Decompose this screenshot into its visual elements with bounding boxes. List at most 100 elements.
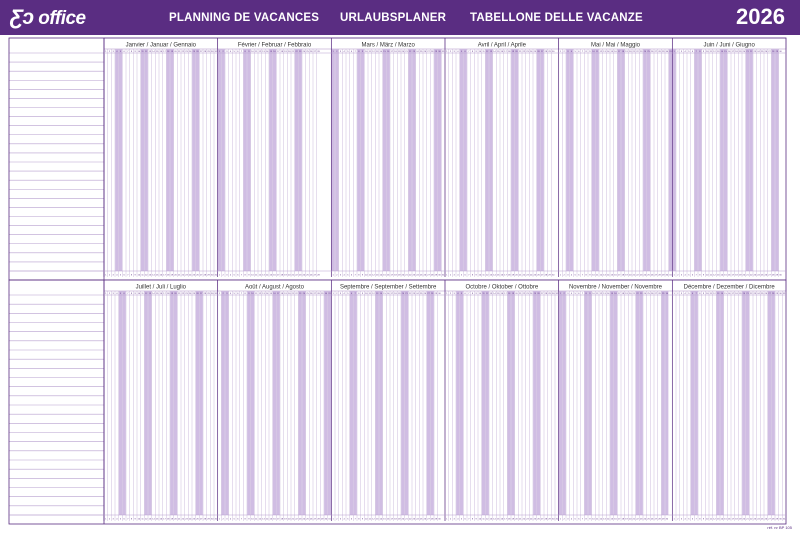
weekend-column	[694, 291, 698, 515]
weekend-column	[533, 291, 537, 515]
day-number-bottom: 11	[710, 519, 713, 521]
calendar-grid: Janvier / Januar / Gennaio11223344556677…	[8, 37, 787, 525]
day-number-bottom: 4	[344, 519, 346, 521]
month-label: Mars / März / Marzo	[361, 43, 415, 49]
month-label: Décembre / Dezember / Dicembre	[684, 285, 776, 291]
day-number-bottom: 10	[251, 519, 254, 521]
day-number-bottom: 7	[355, 519, 357, 521]
weekend-column	[511, 291, 515, 515]
weekend-column	[195, 49, 200, 271]
day-number-bottom: 7	[582, 275, 584, 277]
weekend-column	[434, 49, 438, 271]
weekend-column	[775, 49, 779, 271]
day-number-bottom: 9	[476, 519, 478, 521]
day-number-bottom: 5	[461, 519, 463, 521]
day-number-bottom: 7	[696, 519, 698, 521]
weekend-column	[144, 291, 148, 515]
weekend-column	[437, 49, 442, 271]
day-number-bottom: 3	[226, 275, 228, 277]
day-number-bottom: 5	[688, 275, 690, 277]
weekend-column	[661, 291, 665, 515]
day-number-bottom: 4	[457, 519, 459, 521]
day-number-bottom: 9	[248, 519, 250, 521]
day-number-bottom: 3	[226, 519, 228, 521]
weekend-column	[485, 49, 489, 271]
weekend-column	[489, 49, 493, 271]
weekend-column	[456, 291, 460, 515]
day-number-bottom: 7	[468, 519, 470, 521]
day-number-bottom: 8	[358, 519, 360, 521]
day-number-bottom: 1	[219, 519, 221, 521]
day-number-bottom: 8	[131, 519, 133, 521]
weekend-column	[617, 49, 621, 271]
day-number-bottom: 5	[234, 275, 236, 277]
weekend-column	[672, 49, 676, 271]
weekend-column	[298, 291, 302, 515]
weekend-column	[584, 291, 588, 515]
weekend-column	[327, 291, 332, 515]
day-number-bottom: 3	[340, 275, 342, 277]
day-number-bottom: 8	[358, 275, 360, 277]
day-number-bottom: 1	[105, 519, 107, 521]
day-number-bottom: 11	[596, 519, 599, 521]
day-number-bottom: 5	[347, 275, 349, 277]
day-number-bottom: 3	[567, 275, 569, 277]
weekend-column	[540, 49, 544, 271]
weekend-column	[353, 291, 357, 515]
day-number-bottom: 4	[230, 275, 232, 277]
weekend-column	[588, 291, 592, 515]
day-number-bottom: 6	[124, 519, 126, 521]
day-number-bottom: 9	[362, 275, 364, 277]
day-number-bottom: 10	[706, 275, 709, 277]
day-number-bottom: 3	[113, 275, 115, 277]
weekend-column	[272, 291, 277, 515]
day-number-bottom: 5	[575, 519, 577, 521]
weekend-column	[621, 49, 625, 271]
day-number-bottom: 6	[351, 519, 353, 521]
weekend-column	[771, 291, 775, 515]
weekend-column	[122, 291, 126, 515]
day-number-bottom: 6	[692, 275, 694, 277]
day-number-bottom: 10	[592, 519, 595, 521]
weekend-column	[536, 291, 541, 515]
weekend-column	[335, 49, 339, 271]
day-number-bottom: 2	[564, 275, 566, 277]
weekend-column	[408, 49, 412, 271]
month-label: Juillet / Juli / Luglio	[136, 285, 187, 291]
day-number-bottom: 10	[365, 275, 368, 277]
weekend-column	[170, 49, 174, 271]
weekend-column	[360, 49, 365, 271]
weekend-column	[426, 291, 431, 515]
day-number-bottom: 5	[688, 519, 690, 521]
weekend-column	[485, 291, 489, 515]
month-label: Octobre / Oktober / Ottobre	[465, 285, 538, 291]
month-label: Mai / Mai / Maggio	[591, 43, 641, 49]
weekend-column	[247, 291, 251, 515]
weekend-column	[716, 291, 720, 515]
weekend-column	[272, 49, 277, 271]
weekend-column	[562, 291, 566, 515]
day-number-bottom: 3	[454, 519, 456, 521]
weekend-column	[536, 49, 541, 271]
day-number-bottom: 1	[446, 519, 448, 521]
day-number-bottom: 3	[113, 519, 115, 521]
weekend-column	[459, 49, 464, 271]
day-number-bottom: 3	[340, 519, 342, 521]
weekend-column	[635, 291, 640, 515]
weekend-column	[349, 291, 354, 515]
day-number-bottom: 1	[674, 275, 676, 277]
day-number-bottom: 4	[457, 275, 459, 277]
day-number-bottom: 3	[681, 519, 683, 521]
day-number-bottom: 30	[438, 519, 441, 521]
month-label: Novembre / November / Novembre	[569, 285, 663, 291]
weekend-column	[140, 49, 145, 271]
day-number-bottom: 11	[255, 275, 258, 277]
weekend-column	[723, 49, 728, 271]
day-number-bottom: 11	[255, 519, 258, 521]
weekend-column	[566, 49, 570, 271]
weekend-column	[558, 291, 563, 515]
day-number-bottom: 28	[317, 275, 320, 277]
day-number-bottom: 4	[571, 519, 573, 521]
day-number-bottom: 7	[241, 519, 243, 521]
day-number-bottom: 10	[479, 519, 482, 521]
